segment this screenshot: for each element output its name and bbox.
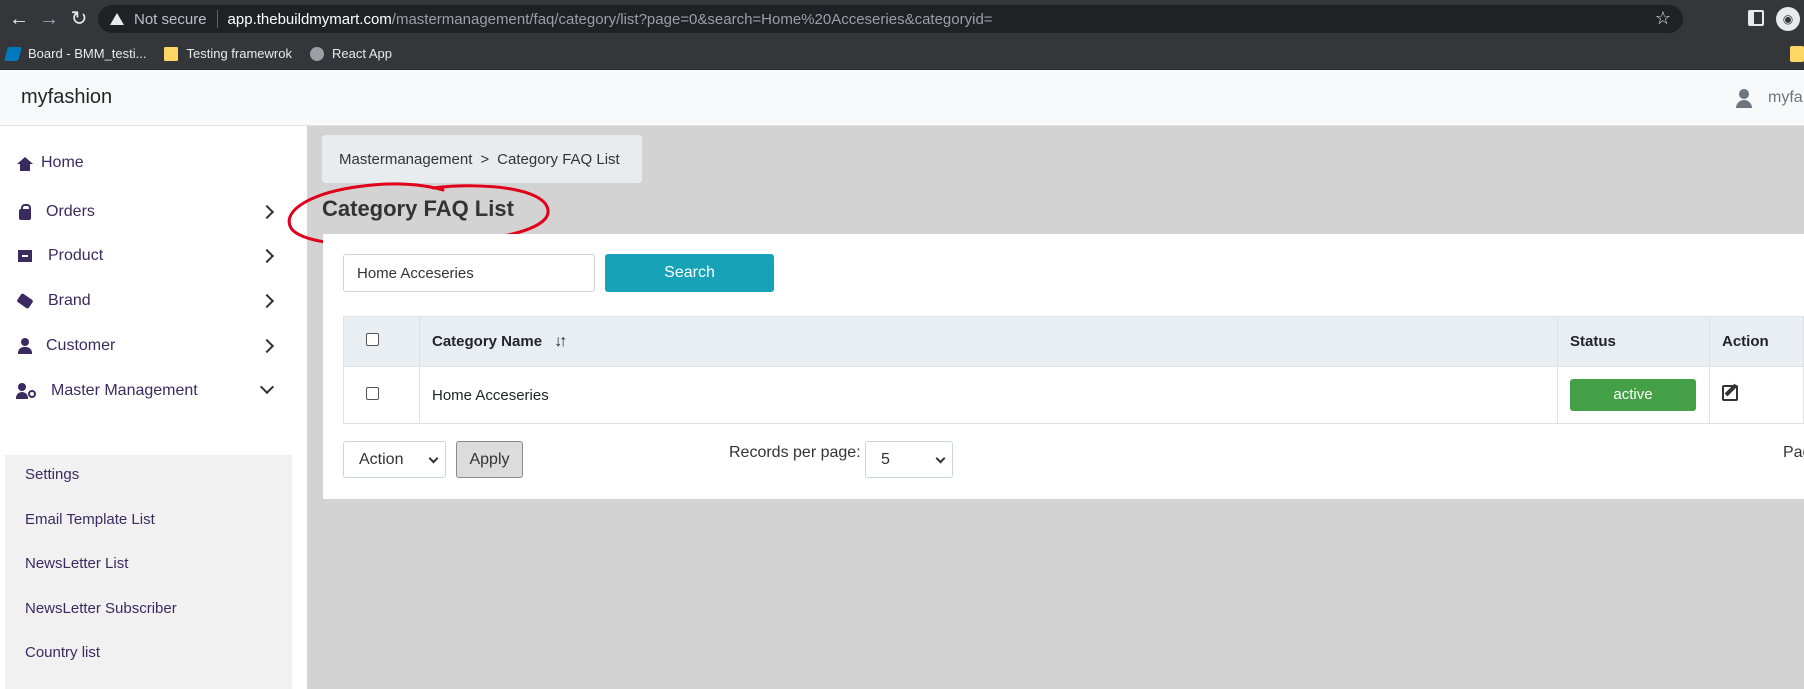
table-header-row: Category Name ↓↑ Status Action: [343, 316, 1804, 367]
url-path[interactable]: /mastermanagement/faq/category/list?page…: [392, 11, 993, 28]
bulk-action-value: Action: [359, 450, 404, 468]
home-icon: [16, 154, 34, 172]
breadcrumb: Mastermanagement > Category FAQ List: [322, 135, 642, 183]
bookmark-label: React App: [331, 46, 392, 61]
row-select-cell: [343, 366, 420, 424]
sidebar-item-customer[interactable]: Customer: [0, 326, 307, 366]
archive-box-icon: [16, 247, 34, 265]
sidebar-item-master-management[interactable]: Master Management: [0, 371, 307, 411]
url-host[interactable]: app.thebuildmymart.com: [228, 11, 392, 28]
status-cell: active: [1557, 366, 1710, 424]
sidebar-item-label: Customer: [46, 337, 116, 354]
records-per-page-value: 5: [881, 450, 890, 468]
reload-icon[interactable]: ↻: [68, 8, 90, 30]
sidebar-item-label: Orders: [46, 203, 95, 220]
sidebar: Home Orders Product Brand Customer Maste…: [0, 126, 307, 689]
user-icon[interactable]: [1734, 88, 1754, 108]
submenu-item-country-list[interactable]: Country list: [25, 644, 100, 661]
breadcrumb-current: Category FAQ List: [497, 150, 620, 168]
chevron-right-icon: [259, 338, 275, 354]
user-cog-icon: [16, 382, 36, 400]
sidebar-item-label: Product: [48, 247, 104, 264]
app-header: myfashion myfa: [0, 70, 1804, 126]
header-category-name[interactable]: Category Name ↓↑: [419, 316, 1558, 367]
incognito-icon[interactable]: ◉: [1776, 7, 1800, 31]
chevron-down-icon: [935, 453, 946, 464]
table-row: Home Acceseries active: [343, 366, 1804, 424]
header-action: Action: [1709, 316, 1804, 367]
edit-icon[interactable]: [1722, 385, 1738, 401]
bookmark-folder-icon[interactable]: [1790, 46, 1804, 62]
brand-logo[interactable]: myfashion: [21, 86, 112, 109]
url-divider: [216, 10, 218, 28]
user-name[interactable]: myfa: [1768, 89, 1803, 107]
bookmark-board[interactable]: Board - BMM_testi...: [4, 46, 147, 61]
submenu-item-newsletter-list[interactable]: NewsLetter List: [25, 555, 128, 572]
bookmark-label: Board - BMM_testi...: [28, 46, 147, 61]
sidebar-item-product[interactable]: Product: [0, 236, 307, 276]
sidebar-item-brand[interactable]: Brand: [0, 281, 307, 321]
header-select-cell: [343, 316, 420, 367]
browser-toolbar: ← → ↻ Not secure app.thebuildmymart.com /…: [0, 0, 1804, 38]
records-per-page-select[interactable]: 5: [865, 441, 953, 478]
side-panel-icon[interactable]: [1748, 10, 1764, 26]
sidebar-item-label: Master Management: [51, 382, 198, 399]
chevron-right-icon: [259, 248, 275, 264]
pagination-label: Pag: [1783, 444, 1804, 461]
breadcrumb-separator: >: [480, 150, 490, 168]
back-icon[interactable]: ←: [8, 8, 30, 30]
bookmark-star-icon[interactable]: ☆: [1655, 8, 1671, 29]
bookmarks-bar: Board - BMM_testi... Testing framewrok R…: [0, 38, 1804, 70]
content-card: Search Category Name ↓↑ Status Action Ho…: [323, 234, 1804, 499]
row-checkbox[interactable]: [366, 386, 379, 400]
records-per-page-label: Records per page:: [729, 444, 861, 461]
user-icon: [16, 337, 34, 355]
bookmark-react-app[interactable]: React App: [309, 46, 392, 61]
column-header-label: Category Name: [432, 332, 543, 350]
folder-icon: [164, 46, 179, 61]
select-all-checkbox[interactable]: [366, 333, 379, 346]
tags-icon: [16, 292, 34, 310]
submenu-item-settings[interactable]: Settings: [25, 466, 79, 483]
breadcrumb-parent[interactable]: Mastermanagement: [339, 151, 472, 168]
forward-icon[interactable]: →: [38, 8, 60, 30]
apply-button[interactable]: Apply: [456, 441, 523, 478]
security-label[interactable]: Not secure: [134, 11, 207, 28]
category-faq-table: Category Name ↓↑ Status Action Home Acce…: [343, 316, 1804, 424]
bookmark-label: Testing framewrok: [186, 46, 292, 61]
chevron-right-icon: [259, 204, 275, 220]
chevron-down-icon: [259, 379, 275, 395]
search-button[interactable]: Search: [605, 254, 774, 292]
sidebar-item-orders[interactable]: Orders: [0, 192, 307, 232]
sidebar-item-home[interactable]: Home: [0, 143, 307, 183]
header-status: Status: [1557, 316, 1710, 367]
chevron-right-icon: [259, 293, 275, 309]
chevron-down-icon: [428, 453, 439, 464]
action-cell: [1709, 366, 1804, 424]
globe-icon: [309, 46, 324, 61]
shopping-bag-icon: [16, 203, 34, 221]
search-input[interactable]: [343, 254, 595, 292]
sidebar-item-label: Brand: [48, 292, 91, 309]
submenu-item-email-template-list[interactable]: Email Template List: [25, 511, 155, 528]
submenu-item-newsletter-subscriber[interactable]: NewsLetter Subscriber: [25, 600, 177, 617]
master-management-submenu: Settings Email Template List NewsLetter …: [5, 455, 292, 689]
status-badge[interactable]: active: [1570, 379, 1696, 411]
address-bar[interactable]: Not secure app.thebuildmymart.com/master…: [98, 5, 1683, 33]
sidebar-item-label: Home: [41, 154, 84, 171]
trello-icon: [4, 46, 22, 61]
category-name-cell: Home Acceseries: [419, 366, 1558, 424]
bulk-action-select[interactable]: Action: [343, 441, 446, 478]
warning-icon: [110, 13, 124, 25]
bookmark-testing-framework[interactable]: Testing framewrok: [164, 46, 292, 61]
sort-icon[interactable]: ↓↑: [554, 333, 567, 350]
